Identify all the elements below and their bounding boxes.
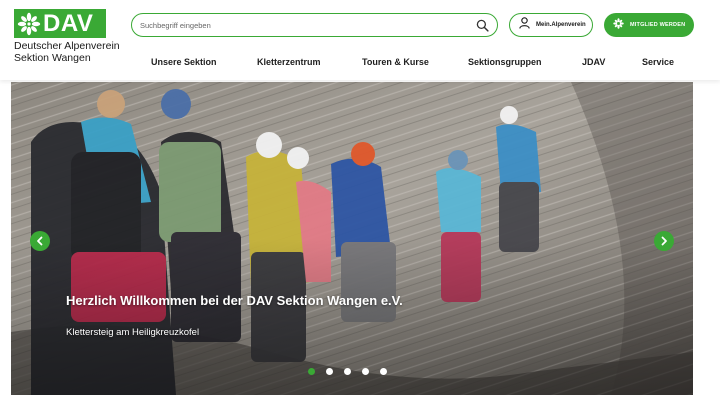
slider-dot-3[interactable] [344, 368, 351, 375]
nav-item-sektionsgruppen[interactable]: Sektionsgruppen [468, 57, 542, 67]
nav-item-kletterzentrum[interactable]: Kletterzentrum [257, 57, 321, 67]
become-member-button[interactable]: MITGLIED WERDEN [604, 13, 694, 37]
slider-dot-1[interactable] [308, 368, 315, 375]
slider-dot-2[interactable] [326, 368, 333, 375]
slider-pagination [308, 368, 387, 375]
search-icon[interactable] [475, 18, 489, 32]
search-bar [131, 13, 498, 37]
edelweiss-logo-icon [14, 9, 43, 38]
hero-caption: Klettersteig am Heiligkreuzkofel [66, 327, 200, 338]
edelweiss-icon [613, 16, 624, 34]
slider-dot-4[interactable] [362, 368, 369, 375]
logo-badge: DAV [14, 9, 106, 38]
site-header: DAV Deutscher Alpenverein Sektion Wangen… [0, 0, 720, 80]
login-button[interactable]: Mein.Alpenverein [509, 13, 593, 37]
slider-next-button[interactable] [654, 231, 674, 251]
search-input[interactable] [140, 20, 475, 30]
login-label: Mein.Alpenverein [536, 22, 586, 28]
nav-item-unsere-sektion[interactable]: Unsere Sektion [151, 57, 217, 67]
slider-dot-5[interactable] [380, 368, 387, 375]
hero-title: Herzlich Willkommen bei der DAV Sektion … [66, 293, 403, 308]
logo-text: DAV [43, 10, 94, 37]
chevron-left-icon [37, 236, 43, 246]
nav-item-jdav[interactable]: JDAV [582, 57, 605, 67]
organization-name-line1: Deutscher Alpenverein [14, 40, 120, 52]
hero-overlay [11, 82, 693, 395]
slider-prev-button[interactable] [30, 231, 50, 251]
become-member-label: MITGLIED WERDEN [630, 22, 686, 28]
nav-item-touren-kurse[interactable]: Touren & Kurse [362, 57, 429, 67]
chevron-right-icon [661, 236, 667, 246]
hero-slider: Herzlich Willkommen bei der DAV Sektion … [11, 82, 693, 395]
nav-item-service[interactable]: Service [642, 57, 674, 67]
main-navigation: Unsere Sektion Kletterzentrum Touren & K… [0, 57, 720, 71]
user-icon [519, 16, 530, 34]
